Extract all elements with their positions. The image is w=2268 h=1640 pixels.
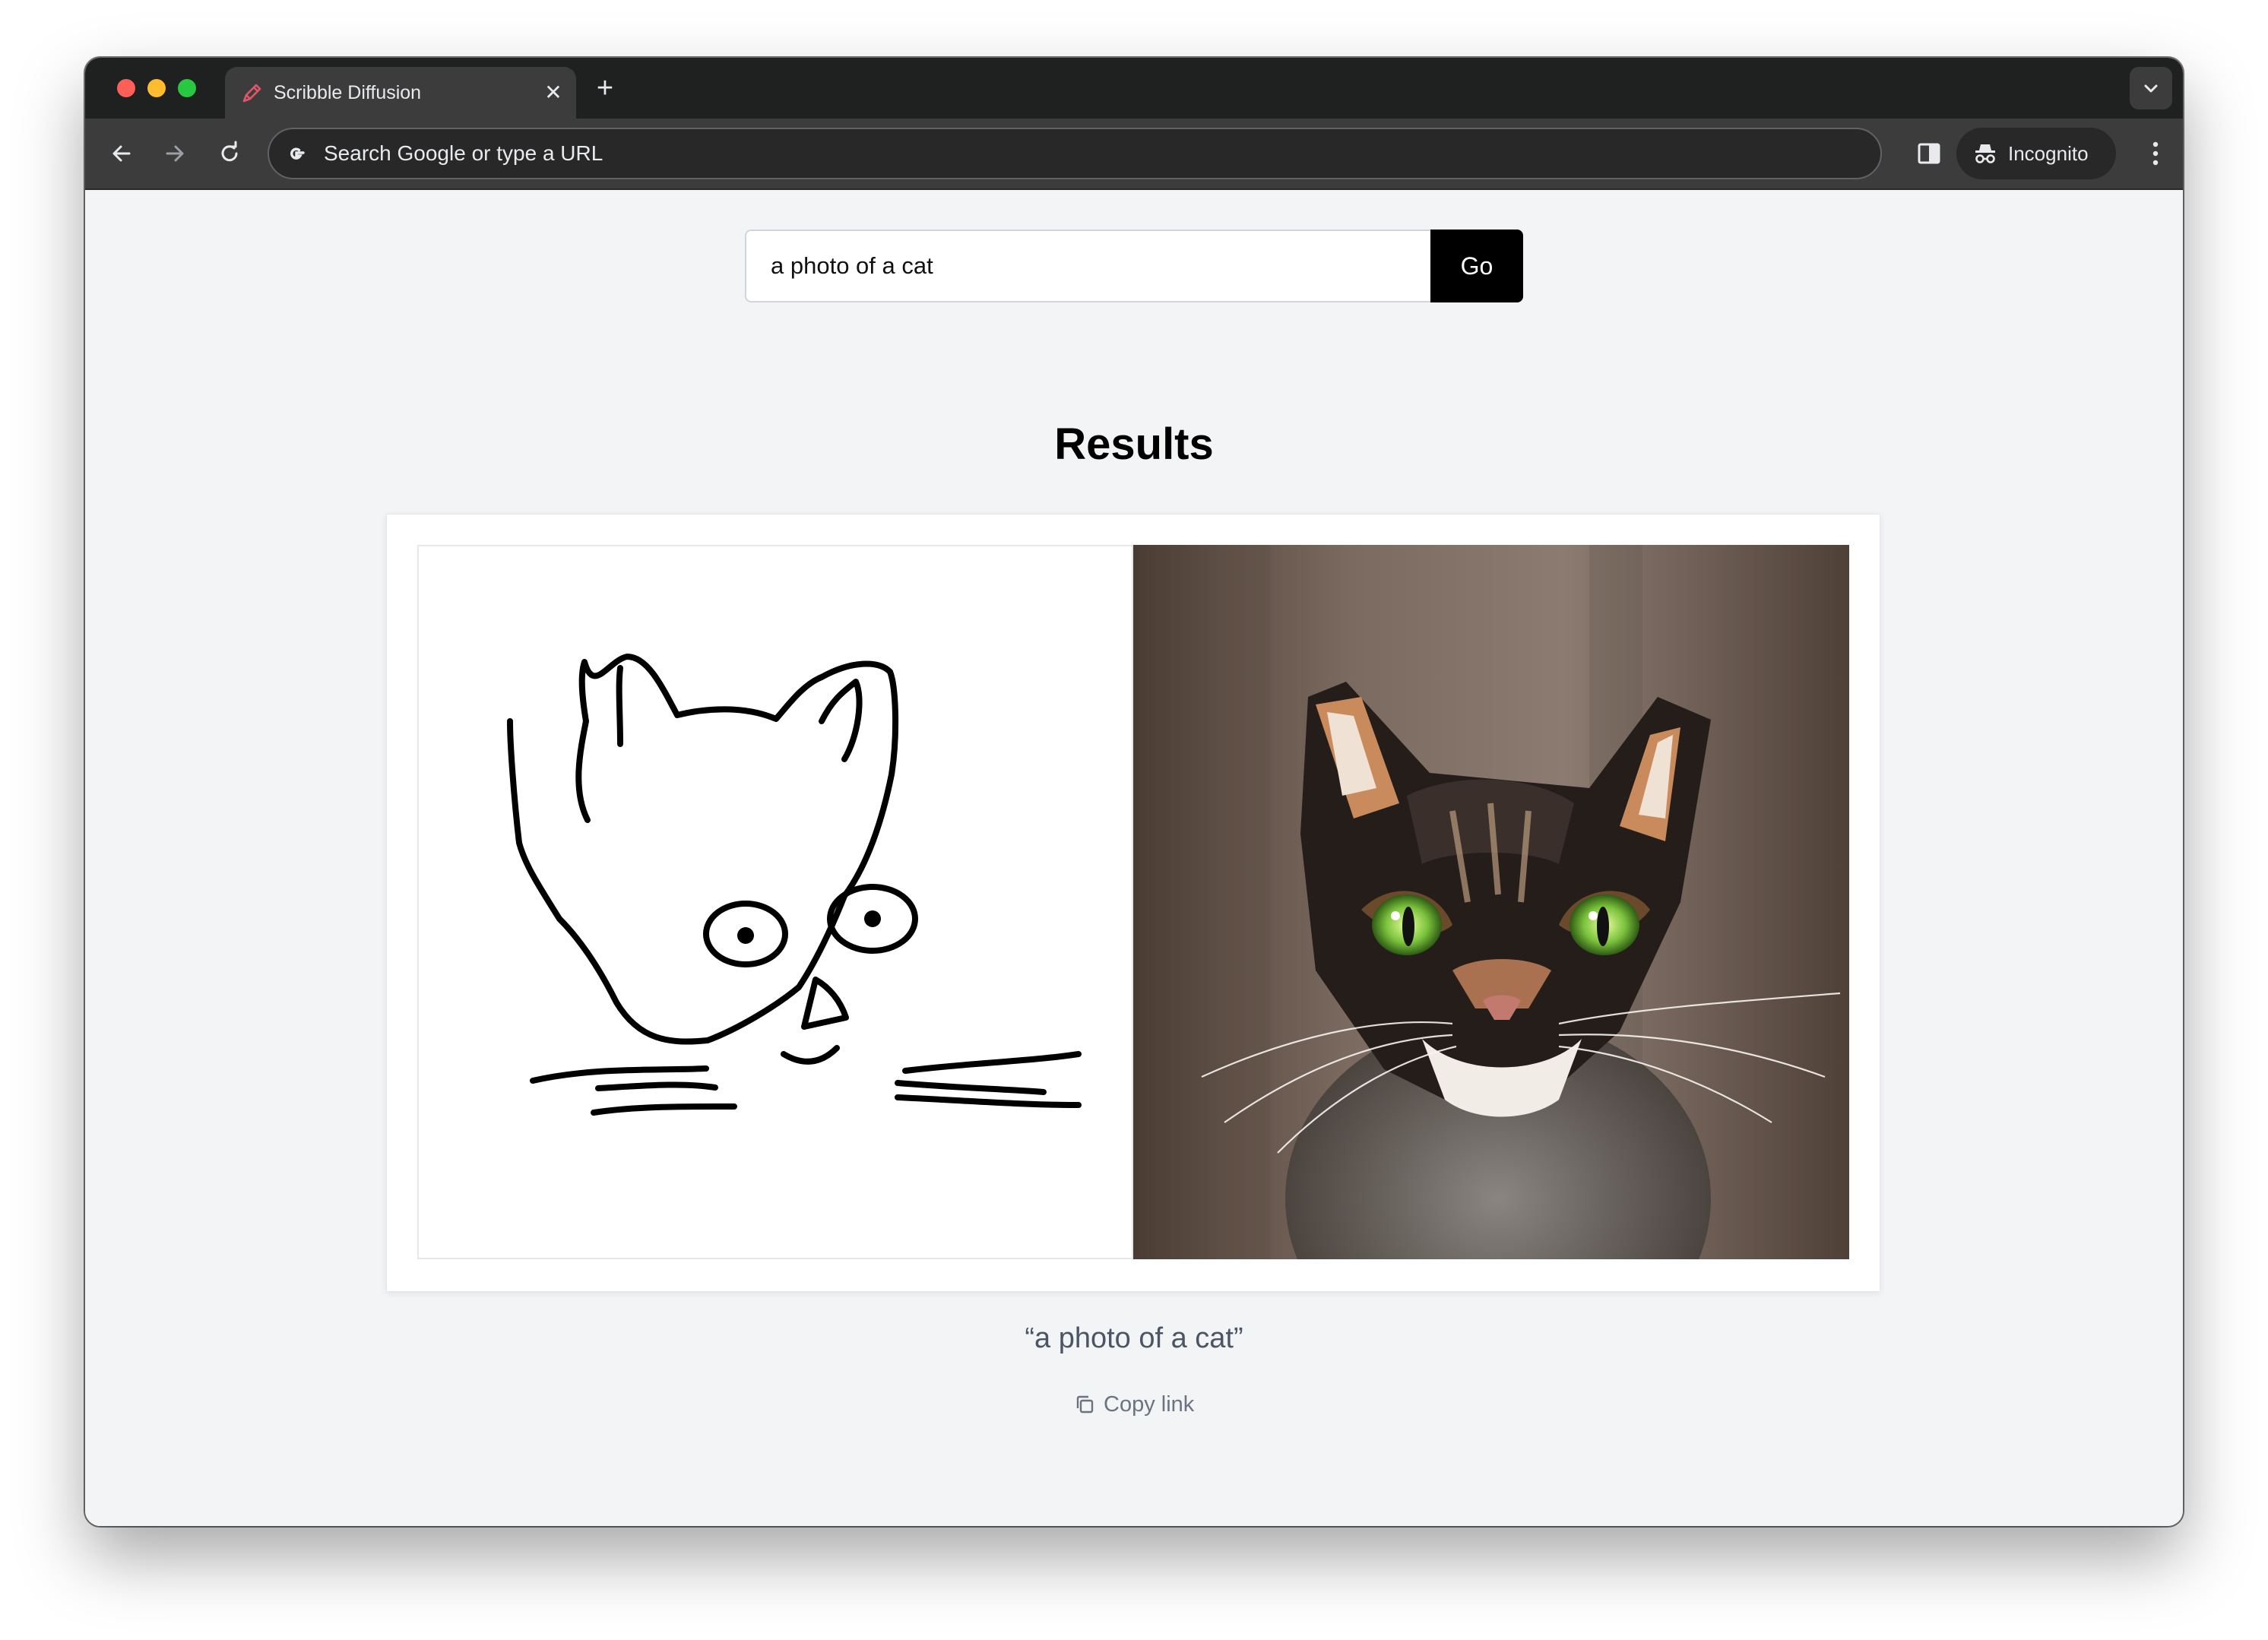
prompt-caption: “a photo of a cat” [1025,1322,1243,1354]
address-bar[interactable]: Search Google or type a URL [268,128,1882,179]
maximize-window-button[interactable] [178,79,196,97]
incognito-label: Incognito [2008,142,2089,165]
generated-image [1133,545,1849,1259]
side-panel-icon[interactable] [1914,138,1944,169]
title-bar: Scribble Diffusion ✕ + [85,58,2183,119]
cat-scribble-drawing [507,654,1082,1116]
incognito-icon [1975,144,1995,163]
result-card [386,514,1880,1292]
prompt-input[interactable] [745,230,1432,302]
tab-scribble-diffusion[interactable]: Scribble Diffusion ✕ [225,67,576,119]
reload-icon[interactable] [214,138,245,169]
browser-toolbar: Search Google or type a URL Incognito [85,119,2183,190]
pencil-icon [242,84,261,103]
copy-link-label: Copy link [1104,1391,1195,1417]
address-bar-placeholder: Search Google or type a URL [324,141,603,165]
tab-title: Scribble Diffusion [274,82,422,103]
scribble-image [417,545,1133,1259]
go-button[interactable]: Go [1430,230,1523,302]
minimize-window-button[interactable] [147,79,166,97]
google-icon [290,147,305,160]
copy-link-button[interactable]: Copy link [1073,1389,1194,1420]
copy-icon [1076,1395,1094,1414]
incognito-profile-button[interactable]: Incognito [1956,128,2116,179]
browser-window: Scribble Diffusion ✕ + Search Google or … [85,58,2183,1526]
new-tab-button[interactable]: + [590,73,620,103]
kebab-menu-icon[interactable] [2140,137,2171,170]
forward-arrow-icon[interactable] [160,138,190,169]
chevron-down-icon [2144,84,2158,93]
results-heading: Results [1054,419,1214,469]
close-tab-icon[interactable]: ✕ [541,81,565,105]
back-arrow-icon[interactable] [106,138,137,169]
generated-cat-photo [1133,545,1849,1259]
page-content: Go Results [85,190,2183,1526]
tab-search-button[interactable] [2130,67,2172,109]
close-window-button[interactable] [117,79,135,97]
